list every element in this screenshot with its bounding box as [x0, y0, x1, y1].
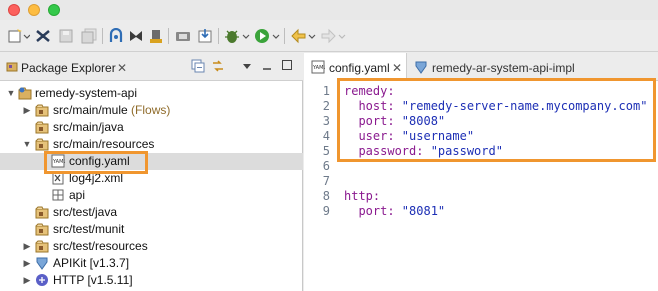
- package-explorer-panel: Package Explorer ✕ ▼ remedy-system-api ▶…: [0, 53, 303, 291]
- close-window-button[interactable]: [8, 4, 20, 16]
- run-as-icon[interactable]: [148, 27, 164, 45]
- tree-item-label: src/test/munit: [53, 222, 125, 236]
- tree-item-src-test-munit[interactable]: src/test/munit: [0, 221, 303, 238]
- tree-item-api[interactable]: api: [0, 187, 303, 204]
- save-icon[interactable]: [58, 27, 74, 45]
- tree-item-src-main-mule[interactable]: ▶ src/main/mule (Flows): [0, 102, 303, 119]
- zoom-window-button[interactable]: [48, 4, 60, 16]
- tree-item-project[interactable]: ▼ remedy-system-api: [0, 85, 303, 102]
- line-number: 5: [322, 144, 330, 158]
- anypoint-icon[interactable]: [128, 27, 144, 45]
- toolbar-separator: [284, 28, 285, 44]
- view-menu-icon[interactable]: [241, 60, 253, 72]
- line-number: 8: [322, 189, 330, 203]
- import-icon[interactable]: [196, 27, 214, 45]
- source-folder-icon: [35, 120, 49, 134]
- line-number: 7: [322, 174, 330, 188]
- tab-label: remedy-ar-system-api-impl: [432, 61, 575, 75]
- mule-connector-icon[interactable]: [34, 27, 52, 45]
- tree-item-label: src/test/java: [53, 205, 118, 219]
- tree-item-label: APIKit [v1.3.7]: [53, 256, 130, 270]
- yaml-key: http:: [344, 189, 381, 203]
- tree-item-http[interactable]: ▶ HTTP [v1.5.11]: [0, 272, 303, 289]
- yaml-value: "8081": [394, 204, 446, 218]
- new-icon[interactable]: [8, 27, 30, 45]
- yaml-file-icon: YAML: [311, 60, 326, 74]
- package-explorer-icon: [6, 61, 18, 73]
- toolbar-separator: [102, 28, 103, 44]
- link-with-editor-icon[interactable]: [211, 59, 225, 73]
- manage-icon[interactable]: [174, 27, 192, 45]
- debug-icon[interactable]: [224, 27, 250, 45]
- http-library-icon: [35, 273, 49, 287]
- project-icon: [18, 86, 32, 100]
- maximize-view-icon[interactable]: [281, 59, 293, 71]
- minimize-view-icon[interactable]: [261, 60, 273, 72]
- run-icon[interactable]: [254, 27, 280, 45]
- chevron-right-icon[interactable]: ▶: [22, 257, 32, 269]
- tree-item-src-test-java[interactable]: src/test/java: [0, 204, 303, 221]
- source-folder-icon: [35, 222, 49, 236]
- back-icon[interactable]: [290, 27, 316, 45]
- minimize-window-button[interactable]: [28, 4, 40, 16]
- window-title-bar: [0, 0, 658, 20]
- line-number: 2: [322, 99, 330, 113]
- svg-text:YAML: YAML: [312, 65, 325, 71]
- source-folder-icon: [35, 137, 49, 151]
- config-yaml-highlight: [44, 151, 148, 174]
- close-icon[interactable]: ✕: [117, 61, 127, 75]
- tree-item-decoration: (Flows): [131, 103, 171, 117]
- line-number: 9: [322, 204, 330, 218]
- tree-item-src-test-resources[interactable]: ▶ src/test/resources: [0, 238, 303, 255]
- tab-label: config.yaml: [329, 61, 390, 75]
- tree-item-label: api: [69, 188, 86, 202]
- close-icon[interactable]: ✕: [392, 61, 402, 75]
- code-line: http:: [344, 188, 380, 204]
- main-toolbar: [0, 20, 658, 52]
- tree-item-label: src/main/resources: [53, 137, 155, 151]
- source-folder-icon: [35, 103, 49, 117]
- chevron-down-icon[interactable]: ▼: [22, 138, 32, 150]
- tree-item-label: src/main/mule (Flows): [53, 103, 170, 117]
- line-number: 4: [322, 129, 330, 143]
- apikit-library-icon: [35, 256, 49, 270]
- remedy-config-highlight: [337, 78, 656, 162]
- save-all-icon[interactable]: [80, 27, 98, 45]
- source-folder-icon: [35, 205, 49, 219]
- tab-config-yaml[interactable]: YAML config.yaml ✕: [304, 53, 407, 81]
- tree-item-src-main-java[interactable]: src/main/java: [0, 119, 303, 136]
- line-number: 1: [322, 84, 330, 98]
- chevron-down-icon[interactable]: ▼: [6, 87, 16, 99]
- editor-panel: YAML config.yaml ✕ remedy-ar-system-api-…: [304, 53, 658, 291]
- api-folder-icon: [51, 188, 65, 202]
- collapse-all-icon[interactable]: [191, 59, 205, 73]
- tree-item-label: HTTP [v1.5.11]: [53, 273, 133, 287]
- code-line: port: "8081": [344, 203, 445, 219]
- chevron-right-icon[interactable]: ▶: [22, 240, 32, 252]
- source-folder-icon: [35, 239, 49, 253]
- tree-item-text: src/main/mule: [53, 103, 128, 117]
- tree-item-label: remedy-system-api: [35, 86, 138, 100]
- tree-item-apikit[interactable]: ▶ APIKit [v1.3.7]: [0, 255, 303, 272]
- line-number: 3: [322, 114, 330, 128]
- tab-remedy-ar-system-api-impl[interactable]: remedy-ar-system-api-impl: [408, 53, 658, 81]
- chevron-right-icon[interactable]: ▶: [22, 274, 32, 286]
- toolbar-separator: [168, 28, 169, 44]
- forward-icon[interactable]: [320, 27, 346, 45]
- yaml-key: port:: [344, 204, 395, 218]
- deploy-icon[interactable]: [108, 27, 124, 45]
- package-explorer-header: Package Explorer ✕: [0, 53, 303, 81]
- chevron-right-icon[interactable]: ▶: [22, 104, 32, 116]
- tree-item-label: src/test/resources: [53, 239, 148, 253]
- apikit-file-icon: [414, 60, 428, 74]
- editor-tab-bar: YAML config.yaml ✕ remedy-ar-system-api-…: [304, 53, 658, 81]
- line-number: 6: [322, 159, 330, 173]
- package-explorer-tab[interactable]: Package Explorer: [21, 61, 116, 75]
- toolbar-separator: [218, 28, 219, 44]
- tree-item-label: src/main/java: [53, 120, 124, 134]
